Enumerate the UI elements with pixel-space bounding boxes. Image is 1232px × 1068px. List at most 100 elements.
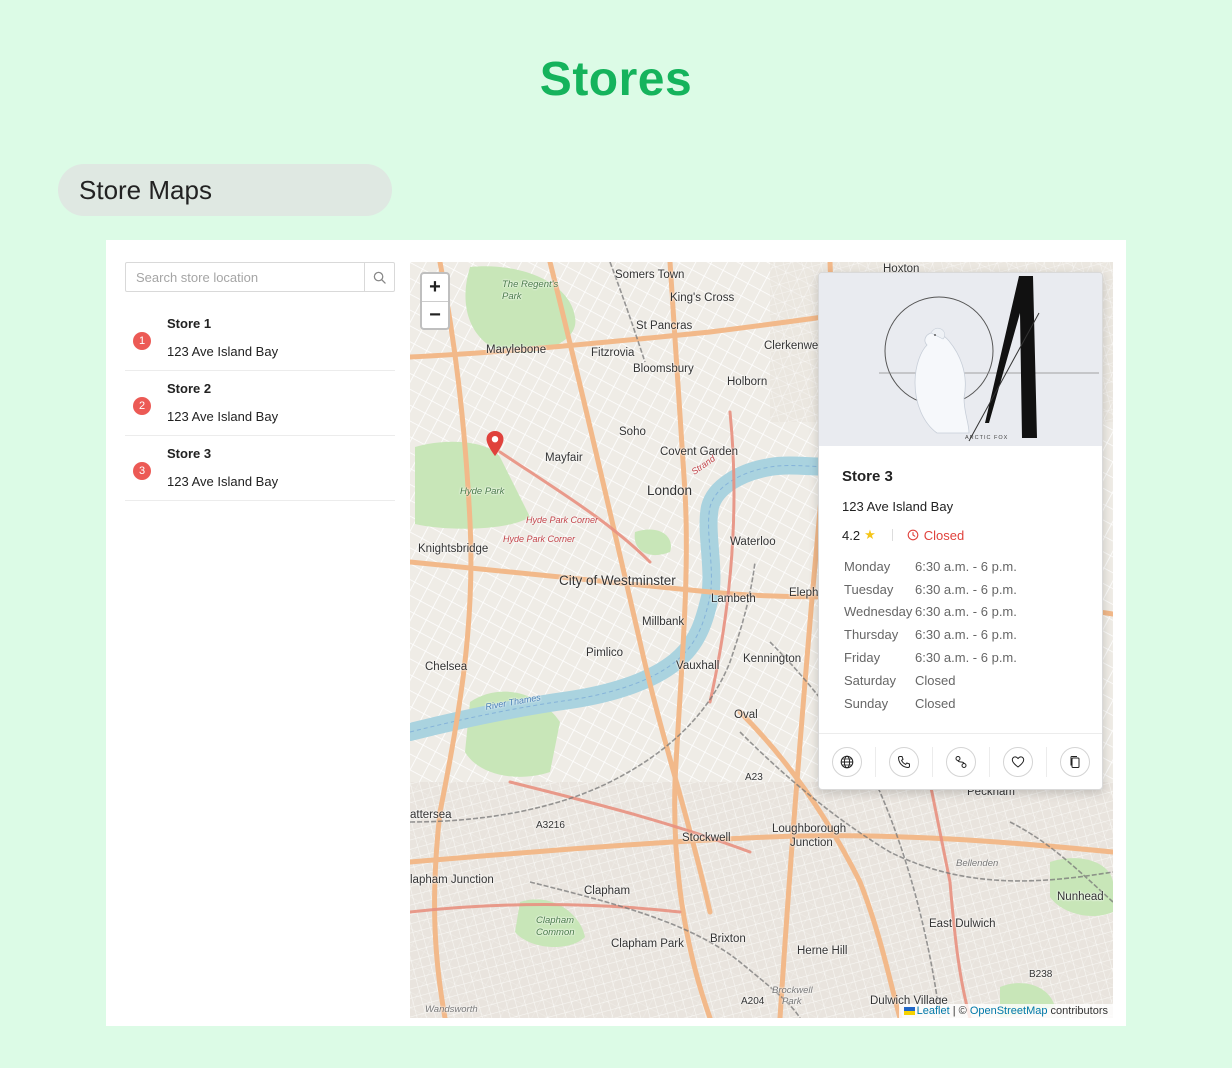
- phone-icon: [897, 755, 910, 768]
- map-place-label: Brixton: [710, 933, 746, 945]
- map-place-label: Covent Garden: [660, 446, 738, 458]
- divider: [891, 529, 893, 541]
- map-park-label: Hyde Park: [460, 486, 505, 497]
- search-box: [125, 262, 395, 292]
- hours-time: 6:30 a.m. - 6 p.m.: [915, 650, 1017, 666]
- map-park-label: Clapham: [536, 915, 575, 926]
- map-place-label: Vauxhall: [676, 660, 720, 672]
- map-park-label: Brockwell: [772, 985, 813, 996]
- map-place-label: East Dulwich: [929, 918, 996, 930]
- map-place-label: Holborn: [727, 376, 768, 388]
- search-button[interactable]: [364, 263, 394, 291]
- hours-time: 6:30 a.m. - 6 p.m.: [915, 604, 1017, 620]
- location-pin-icon[interactable]: [485, 430, 505, 458]
- store-name: Store 3: [167, 446, 212, 461]
- hours-row: Saturday Closed: [842, 669, 1079, 692]
- store-address: 123 Ave Island Bay: [167, 474, 279, 489]
- divider: [874, 746, 876, 777]
- status-badge: Closed: [907, 528, 964, 543]
- search-input[interactable]: [126, 263, 364, 291]
- hours-day: Wednesday: [844, 604, 913, 620]
- map-place-label: Waterloo: [730, 536, 776, 548]
- hours-day: Tuesday: [844, 581, 894, 597]
- hours-row: Monday 6:30 a.m. - 6 p.m.: [842, 555, 1079, 578]
- hours-day: Friday: [844, 650, 881, 666]
- attribution-suffix: contributors: [1047, 1005, 1108, 1017]
- store-list: 1 Store 1 123 Ave Island Bay 2 Store 2 1…: [125, 306, 395, 501]
- map-park-label: Common: [536, 927, 575, 938]
- map-place-label: Millbank: [642, 616, 685, 628]
- map-road-label: A3216: [536, 820, 565, 831]
- zoom-control: + −: [420, 272, 450, 330]
- hours-day: Saturday: [844, 672, 897, 688]
- store-list-item[interactable]: 2 Store 2 123 Ave Island Bay: [125, 371, 395, 436]
- map-place-label: Soho: [619, 426, 646, 438]
- store-list-item[interactable]: 3 Store 3 123 Ave Island Bay: [125, 436, 395, 501]
- map-place-label: Clapham Park: [611, 938, 684, 950]
- search-icon: [373, 271, 386, 284]
- divider: [931, 746, 933, 777]
- copy-button[interactable]: [1059, 746, 1090, 777]
- zoom-out-button[interactable]: −: [422, 301, 448, 328]
- globe-icon: [840, 755, 853, 768]
- zoom-in-button[interactable]: +: [422, 274, 448, 301]
- status-text: Closed: [923, 527, 965, 543]
- store-address: 123 Ave Island Bay: [167, 409, 279, 424]
- favorite-button[interactable]: [1002, 746, 1033, 777]
- map-place-label: Chelsea: [425, 661, 468, 673]
- osm-link[interactable]: OpenStreetMap: [970, 1005, 1048, 1017]
- ukraine-flag-icon: [903, 1007, 915, 1016]
- logo-caption: ARCTIC FOX: [965, 435, 1008, 441]
- store-map-panel: 1 Store 1 123 Ave Island Bay 2 Store 2 1…: [106, 240, 1126, 1026]
- leaflet-link[interactable]: Leaflet: [917, 1005, 950, 1017]
- popup-store-name: Store 3: [842, 468, 893, 485]
- map-place-label: Loughborough: [772, 823, 847, 835]
- map-place-label: Clapham: [584, 885, 631, 897]
- popup-meta: 4.2 ★ Closed: [842, 527, 1079, 543]
- clock-icon: [907, 529, 919, 541]
- divider: [988, 746, 990, 777]
- arctic-fox-logo-icon: ARCTIC FOX: [879, 276, 1099, 442]
- store-logo-image: ARCTIC FOX: [819, 273, 1102, 446]
- popup-actions: [819, 733, 1102, 789]
- map-place-label: London: [647, 483, 693, 498]
- map-park-label: Bellenden: [956, 858, 999, 869]
- map-road-label: A204: [741, 996, 765, 1007]
- section-title: Store Maps: [58, 164, 392, 216]
- directions-button[interactable]: [945, 746, 976, 777]
- website-button[interactable]: [831, 746, 862, 777]
- map-view[interactable]: Hoxton Somers Town King's Cross The Rege…: [410, 262, 1113, 1018]
- map-attribution: Leaflet | © OpenStreetMap contributors: [898, 1004, 1113, 1018]
- star-icon: ★: [864, 527, 876, 542]
- hours-time: 6:30 a.m. - 6 p.m.: [915, 627, 1017, 643]
- map-road-label: Hyde Park Corner: [526, 515, 599, 525]
- directions-icon: [955, 755, 966, 768]
- map-place-label: Knightsbridge: [418, 543, 489, 555]
- map-place-label: Stockwell: [682, 832, 731, 844]
- map-place-label: lapham Junction: [410, 874, 494, 886]
- store-sidebar: 1 Store 1 123 Ave Island Bay 2 Store 2 1…: [125, 262, 395, 501]
- opening-hours: Monday 6:30 a.m. - 6 p.m. Tuesday 6:30 a.m…: [842, 555, 1079, 715]
- map-place-label: Somers Town: [615, 269, 685, 281]
- map-place-label: Kennington: [743, 653, 802, 665]
- map-road-label: A23: [745, 772, 763, 783]
- hours-day: Sunday: [844, 695, 889, 711]
- hours-row: Thursday 6:30 a.m. - 6 p.m.: [842, 623, 1079, 646]
- store-list-item[interactable]: 1 Store 1 123 Ave Island Bay: [125, 306, 395, 371]
- divider: [1045, 746, 1047, 777]
- attribution-separator: | ©: [949, 1005, 970, 1017]
- hours-time: Closed: [915, 695, 956, 711]
- copy-icon: [1070, 755, 1079, 768]
- map-place-label: Pimlico: [586, 647, 624, 659]
- map-place-label: St Pancras: [636, 320, 693, 332]
- hours-day: Thursday: [844, 627, 899, 643]
- map-place-label: Marylebone: [486, 344, 547, 356]
- map-place-label: City of Westminster: [559, 573, 676, 588]
- map-place-label: Wandsworth: [425, 1004, 478, 1015]
- hours-time: Closed: [915, 672, 956, 688]
- store-name: Store 1: [167, 316, 212, 331]
- map-road-label: Hyde Park Corner: [503, 534, 576, 544]
- store-number-badge: 3: [133, 462, 151, 480]
- store-number-badge: 2: [133, 397, 151, 415]
- call-button[interactable]: [888, 746, 919, 777]
